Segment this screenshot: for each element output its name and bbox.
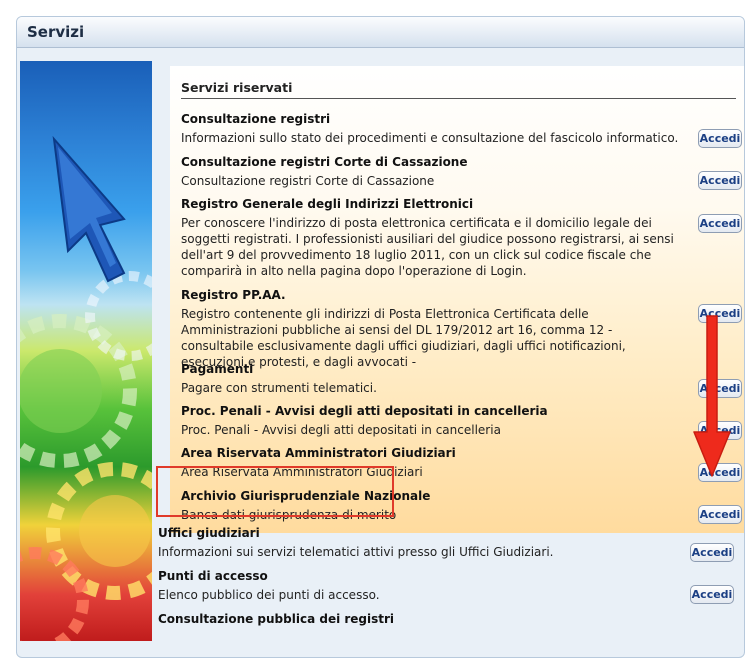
service-title: Registro PP.AA. bbox=[181, 288, 286, 302]
service-description: Consultazione registri Corte di Cassazio… bbox=[181, 174, 435, 188]
service-title: Consultazione pubblica dei registri bbox=[158, 612, 395, 626]
service-pagamenti: Pagamenti Pagare con strumenti telematic… bbox=[181, 361, 686, 396]
service-title: Consultazione registri Corte di Cassazio… bbox=[181, 155, 468, 169]
services-panel: Servizi Servizi riservati Consultazione … bbox=[16, 16, 745, 658]
service-consultazione-pubblica: Consultazione pubblica dei registri bbox=[158, 611, 678, 627]
service-description: Per conoscere l'indirizzo di posta elett… bbox=[181, 216, 674, 278]
service-description: Elenco pubblico dei punti di accesso. bbox=[158, 588, 380, 602]
service-title: Uffici giudiziari bbox=[158, 526, 260, 540]
accedi-corte-cassazione-button[interactable]: Accedi bbox=[698, 171, 742, 190]
service-title: Registro Generale degli Indirizzi Elettr… bbox=[181, 197, 474, 211]
reserved-services-section: Servizi riservati Consultazione registri… bbox=[170, 66, 744, 533]
service-reginde: Registro Generale degli Indirizzi Elettr… bbox=[181, 196, 686, 279]
service-title: Area Riservata Amministratori Giudiziari bbox=[181, 446, 456, 460]
service-uffici-giudiziari: Uffici giudiziari Informazioni sui servi… bbox=[158, 525, 678, 560]
service-registro-ppaa: Registro PP.AA. Registro contenente gli … bbox=[181, 287, 686, 370]
accedi-archivio-giurisprudenziale-button[interactable]: Accedi bbox=[698, 505, 742, 524]
service-punti-di-accesso: Punti di accesso Elenco pubblico dei pun… bbox=[158, 568, 678, 603]
service-proc-penali: Proc. Penali - Avvisi degli atti deposit… bbox=[181, 403, 686, 438]
service-description: Informazioni sui servizi telematici atti… bbox=[158, 545, 554, 559]
accedi-consultazione-registri-button[interactable]: Accedi bbox=[698, 129, 742, 148]
annotation-down-arrow-icon bbox=[693, 315, 731, 477]
service-consultazione-registri: Consultazione registri Informazioni sull… bbox=[181, 111, 686, 146]
service-title: Pagamenti bbox=[181, 362, 254, 376]
panel-title: Servizi bbox=[17, 17, 744, 48]
accedi-uffici-giudiziari-button[interactable]: Accedi bbox=[690, 543, 734, 562]
service-corte-cassazione: Consultazione registri Corte di Cassazio… bbox=[181, 154, 686, 189]
service-title: Proc. Penali - Avvisi degli atti deposit… bbox=[181, 404, 548, 418]
reserved-services-title: Servizi riservati bbox=[181, 80, 736, 99]
annotation-highlight-box bbox=[156, 466, 394, 517]
service-description: Pagare con strumenti telematici. bbox=[181, 381, 377, 395]
service-title: Consultazione registri bbox=[181, 112, 331, 126]
cursor-gears-artwork bbox=[20, 135, 152, 641]
service-description: Informazioni sullo stato dei procediment… bbox=[181, 131, 679, 145]
service-title: Punti di accesso bbox=[158, 569, 268, 583]
accedi-reginde-button[interactable]: Accedi bbox=[698, 214, 742, 233]
decorative-banner-image bbox=[20, 61, 152, 641]
accedi-punti-di-accesso-button[interactable]: Accedi bbox=[690, 585, 734, 604]
service-description: Proc. Penali - Avvisi degli atti deposit… bbox=[181, 423, 501, 437]
